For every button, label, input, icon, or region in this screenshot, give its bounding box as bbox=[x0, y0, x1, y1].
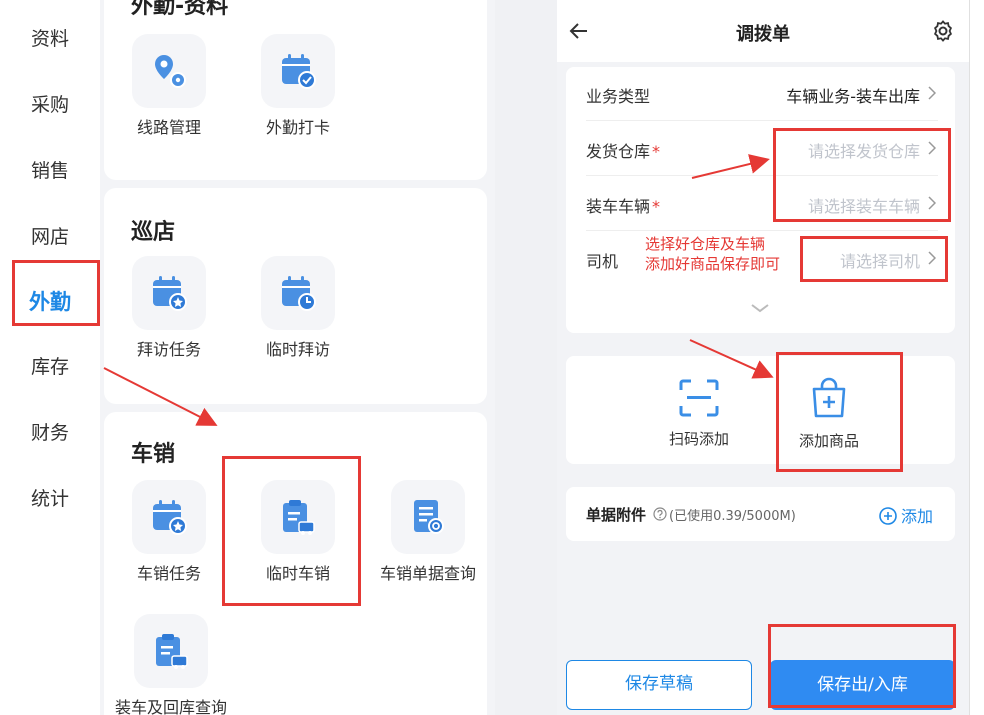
help-icon[interactable] bbox=[653, 506, 667, 525]
add-goods-card: 扫码添加 添加商品 bbox=[566, 356, 955, 464]
shipping-warehouse-select[interactable]: 请选择发货仓库 bbox=[808, 138, 920, 162]
chevron-down-icon[interactable] bbox=[750, 303, 770, 313]
app-menu-panel: 资料 采购 销售 网店 外勤 库存 财务 统计 外勤-资料 线路管理 外勤打卡 … bbox=[0, 0, 495, 715]
sidebar-item-wangdian[interactable]: 网店 bbox=[0, 222, 100, 249]
clipboard-truck-icon bbox=[134, 614, 208, 688]
shopping-bag-plus-icon bbox=[812, 377, 846, 418]
tile-visit-task[interactable]: 拜访任务 bbox=[114, 256, 224, 360]
order-form-card: 业务类型 车辆业务-装车出库 发货仓库 * 请选择发货仓库 装车车辆 * 请选择装车… bbox=[566, 67, 955, 333]
sidebar-item-caiwu[interactable]: 财务 bbox=[0, 418, 100, 445]
section-card-chexiao: 车销 车销任务 临时车销 车销单据查询 装车及回库查询 bbox=[104, 412, 487, 715]
chevron-right-icon bbox=[928, 196, 936, 210]
section-card-xundian: 巡店 拜访任务 临时拜访 bbox=[104, 188, 487, 404]
calendar-task-icon bbox=[132, 480, 206, 554]
sidebar-item-tongji[interactable]: 统计 bbox=[0, 484, 100, 511]
plus-circle-icon bbox=[879, 507, 897, 525]
sidebar-item-ziliao[interactable]: 资料 bbox=[0, 24, 100, 51]
scan-add-button[interactable]: 扫码添加 bbox=[644, 378, 754, 449]
attachments-card: 单据附件 (已使用0.39/5000M) 添加 bbox=[566, 487, 955, 541]
tile-vehicle-sales-task[interactable]: 车销任务 bbox=[114, 480, 224, 584]
screenshot-canvas: 资料 采购 销售 网店 外勤 库存 财务 统计 外勤-资料 线路管理 外勤打卡 … bbox=[0, 0, 984, 715]
save-draft-button[interactable]: 保存草稿 bbox=[566, 660, 752, 710]
attachments-title: 单据附件 bbox=[586, 506, 647, 524]
annotation-note: 选择好仓库及车辆 添加好商品保存即可 bbox=[645, 235, 781, 273]
sidebar-item-kucun[interactable]: 库存 bbox=[0, 352, 100, 379]
save-submit-button[interactable]: 保存出/入库 bbox=[770, 660, 955, 710]
route-icon bbox=[132, 34, 206, 108]
tile-temp-visit[interactable]: 临时拜访 bbox=[243, 256, 353, 360]
transfer-order-panel: 调拨单 业务类型 车辆业务-装车出库 发货仓库* 请选择发货仓库 装车车辆* bbox=[557, 0, 969, 715]
field-loading-vehicle[interactable]: 装车车辆 * 请选择装车车辆 bbox=[586, 177, 938, 231]
nav-bar: 调拨单 bbox=[557, 0, 969, 62]
document-search-icon bbox=[391, 480, 465, 554]
business-type-value: 车辆业务-装车出库 bbox=[786, 87, 920, 106]
field-shipping-warehouse[interactable]: 发货仓库 * 请选择发货仓库 bbox=[586, 122, 938, 176]
page-title: 调拨单 bbox=[736, 24, 790, 45]
storage-usage: (已使用0.39/5000M) bbox=[669, 509, 796, 524]
section-card-waiqin-ziliao: 外勤-资料 线路管理 外勤打卡 bbox=[104, 0, 487, 180]
category-sidebar: 资料 采购 销售 网店 外勤 库存 财务 统计 bbox=[0, 0, 100, 715]
section-title: 外勤-资料 bbox=[131, 0, 229, 19]
tile-route-management[interactable]: 线路管理 bbox=[114, 34, 224, 138]
add-goods-button[interactable]: 添加商品 bbox=[774, 376, 884, 451]
calendar-check-icon bbox=[261, 34, 335, 108]
section-title: 车销 bbox=[131, 442, 176, 467]
required-mark: * bbox=[652, 142, 661, 161]
section-title: 巡店 bbox=[131, 220, 176, 245]
chevron-right-icon bbox=[928, 141, 936, 155]
sidebar-item-xiaoshou[interactable]: 销售 bbox=[0, 156, 100, 183]
sidebar-item-waiqin[interactable]: 外勤 bbox=[0, 286, 100, 316]
tile-field-checkin[interactable]: 外勤打卡 bbox=[243, 34, 353, 138]
tile-temp-vehicle-sales[interactable]: 临时车销 bbox=[243, 480, 353, 584]
tile-vehicle-sales-doc-query[interactable]: 车销单据查询 bbox=[368, 480, 488, 584]
driver-select[interactable]: 请选择司机 bbox=[840, 248, 920, 272]
chevron-right-icon bbox=[928, 251, 936, 265]
clipboard-truck-icon bbox=[261, 480, 335, 554]
add-attachment-button[interactable]: 添加 bbox=[879, 503, 933, 527]
calendar-task-icon bbox=[132, 256, 206, 330]
field-business-type[interactable]: 业务类型 车辆业务-装车出库 bbox=[586, 67, 938, 121]
sidebar-item-caigou[interactable]: 采购 bbox=[0, 90, 100, 117]
required-mark: * bbox=[652, 197, 661, 216]
chevron-right-icon bbox=[928, 86, 936, 100]
adjacent-screen-edge bbox=[969, 0, 984, 715]
scan-icon bbox=[679, 379, 719, 417]
loading-vehicle-select[interactable]: 请选择装车车辆 bbox=[808, 193, 920, 217]
calendar-clock-icon bbox=[261, 256, 335, 330]
gear-icon[interactable] bbox=[931, 19, 955, 47]
tile-loading-return-query[interactable]: 装车及回库查询 bbox=[109, 614, 233, 715]
